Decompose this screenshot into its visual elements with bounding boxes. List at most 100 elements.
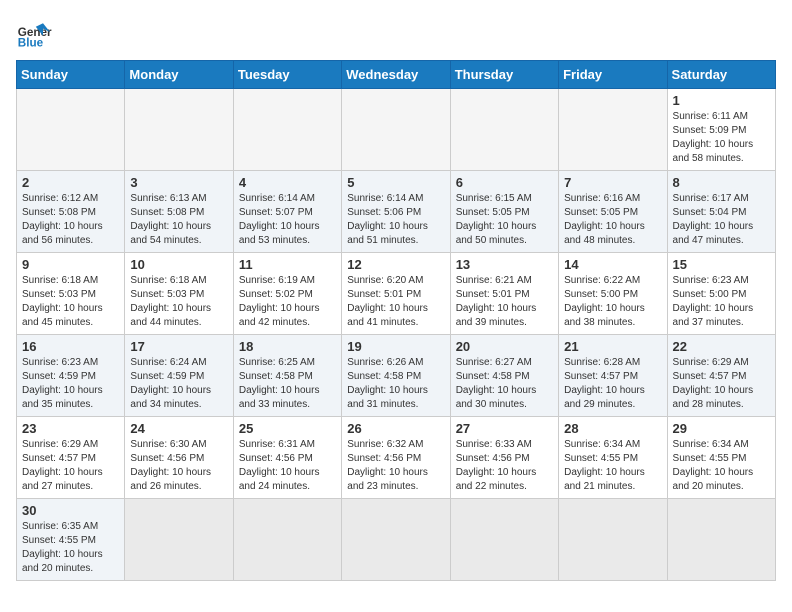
calendar-cell: 20 Sunrise: 6:27 AM Sunset: 4:58 PM Dayli…	[450, 335, 558, 417]
day-number: 20	[456, 339, 553, 354]
day-number: 24	[130, 421, 227, 436]
day-number: 11	[239, 257, 336, 272]
day-info: Sunrise: 6:12 AM Sunset: 5:08 PM Dayligh…	[22, 192, 119, 248]
day-number: 13	[456, 257, 553, 272]
calendar-week-row: 23 Sunrise: 6:29 AM Sunset: 4:57 PM Dayli…	[17, 417, 776, 499]
day-number: 22	[673, 339, 770, 354]
calendar-cell: 25 Sunrise: 6:31 AM Sunset: 4:56 PM Dayli…	[233, 417, 341, 499]
calendar-cell: 18Sunrise: 6:25 AM Sunset: 4:58 PM Dayli…	[233, 335, 341, 417]
day-number: 6	[456, 175, 553, 190]
calendar-week-row: 16 Sunrise: 6:23 AM Sunset: 4:59 PM Dayli…	[17, 335, 776, 417]
calendar-cell: 7Sunrise: 6:16 AM Sunset: 5:05 PM Daylig…	[559, 171, 667, 253]
calendar-cell: 8 Sunrise: 6:17 AM Sunset: 5:04 PM Daylig…	[667, 171, 775, 253]
calendar-cell	[559, 499, 667, 581]
calendar-cell: 10 Sunrise: 6:18 AM Sunset: 5:03 PM Dayli…	[125, 253, 233, 335]
calendar-week-row: 30Sunrise: 6:35 AM Sunset: 4:55 PM Dayli…	[17, 499, 776, 581]
col-header-wednesday: Wednesday	[342, 61, 450, 89]
calendar-cell: 9Sunrise: 6:18 AM Sunset: 5:03 PM Daylig…	[17, 253, 125, 335]
day-info: Sunrise: 6:25 AM Sunset: 4:58 PM Dayligh…	[239, 356, 336, 412]
calendar-cell	[450, 499, 558, 581]
day-number: 17	[130, 339, 227, 354]
day-info: Sunrise: 6:34 AM Sunset: 4:55 PM Dayligh…	[673, 438, 770, 494]
page-header: General Blue	[16, 16, 776, 52]
day-number: 5	[347, 175, 444, 190]
calendar-table: SundayMondayTuesdayWednesdayThursdayFrid…	[16, 60, 776, 581]
day-number: 15	[673, 257, 770, 272]
logo-icon: General Blue	[16, 16, 52, 52]
col-header-saturday: Saturday	[667, 61, 775, 89]
col-header-thursday: Thursday	[450, 61, 558, 89]
calendar-cell	[342, 89, 450, 171]
day-number: 4	[239, 175, 336, 190]
day-info: Sunrise: 6:32 AM Sunset: 4:56 PM Dayligh…	[347, 438, 444, 494]
calendar-cell: 6Sunrise: 6:15 AM Sunset: 5:05 PM Daylig…	[450, 171, 558, 253]
day-number: 29	[673, 421, 770, 436]
day-info: Sunrise: 6:14 AM Sunset: 5:06 PM Dayligh…	[347, 192, 444, 248]
day-info: Sunrise: 6:17 AM Sunset: 5:04 PM Dayligh…	[673, 192, 770, 248]
day-info: Sunrise: 6:16 AM Sunset: 5:05 PM Dayligh…	[564, 192, 661, 248]
day-number: 10	[130, 257, 227, 272]
col-header-monday: Monday	[125, 61, 233, 89]
day-number: 2	[22, 175, 119, 190]
calendar-cell	[125, 499, 233, 581]
calendar-week-row: 2 Sunrise: 6:12 AM Sunset: 5:08 PM Daylig…	[17, 171, 776, 253]
day-info: Sunrise: 6:35 AM Sunset: 4:55 PM Dayligh…	[22, 520, 119, 576]
calendar-cell: 27Sunrise: 6:33 AM Sunset: 4:56 PM Dayli…	[450, 417, 558, 499]
svg-text:Blue: Blue	[18, 37, 44, 50]
day-info: Sunrise: 6:19 AM Sunset: 5:02 PM Dayligh…	[239, 274, 336, 330]
day-info: Sunrise: 6:22 AM Sunset: 5:00 PM Dayligh…	[564, 274, 661, 330]
calendar-cell	[233, 89, 341, 171]
day-info: Sunrise: 6:29 AM Sunset: 4:57 PM Dayligh…	[22, 438, 119, 494]
calendar-header-row: SundayMondayTuesdayWednesdayThursdayFrid…	[17, 61, 776, 89]
day-number: 28	[564, 421, 661, 436]
calendar-cell: 16 Sunrise: 6:23 AM Sunset: 4:59 PM Dayli…	[17, 335, 125, 417]
day-info: Sunrise: 6:28 AM Sunset: 4:57 PM Dayligh…	[564, 356, 661, 412]
day-info: Sunrise: 6:11 AM Sunset: 5:09 PM Dayligh…	[673, 110, 770, 166]
calendar-cell: 28 Sunrise: 6:34 AM Sunset: 4:55 PM Dayli…	[559, 417, 667, 499]
day-number: 27	[456, 421, 553, 436]
calendar-week-row: 1 Sunrise: 6:11 AM Sunset: 5:09 PM Daylig…	[17, 89, 776, 171]
calendar-cell: 2 Sunrise: 6:12 AM Sunset: 5:08 PM Daylig…	[17, 171, 125, 253]
calendar-cell	[233, 499, 341, 581]
calendar-cell: 3Sunrise: 6:13 AM Sunset: 5:08 PM Daylig…	[125, 171, 233, 253]
calendar-cell: 12 Sunrise: 6:20 AM Sunset: 5:01 PM Dayli…	[342, 253, 450, 335]
day-number: 3	[130, 175, 227, 190]
calendar-week-row: 9 Sunrise: 6:18 AM Sunset: 5:03 PM Daylig…	[17, 253, 776, 335]
day-number: 9	[22, 257, 119, 272]
calendar-cell: 24 Sunrise: 6:30 AM Sunset: 4:56 PM Dayli…	[125, 417, 233, 499]
day-info: Sunrise: 6:23 AM Sunset: 4:59 PM Dayligh…	[22, 356, 119, 412]
calendar-cell: 15 Sunrise: 6:23 AM Sunset: 5:00 PM Dayli…	[667, 253, 775, 335]
day-info: Sunrise: 6:27 AM Sunset: 4:58 PM Dayligh…	[456, 356, 553, 412]
calendar-cell	[450, 89, 558, 171]
day-info: Sunrise: 6:20 AM Sunset: 5:01 PM Dayligh…	[347, 274, 444, 330]
day-info: Sunrise: 6:14 AM Sunset: 5:07 PM Dayligh…	[239, 192, 336, 248]
calendar-cell: 13 Sunrise: 6:21 AM Sunset: 5:01 PM Dayli…	[450, 253, 558, 335]
calendar-cell	[342, 499, 450, 581]
calendar-cell: 17 Sunrise: 6:24 AM Sunset: 4:59 PM Dayli…	[125, 335, 233, 417]
day-number: 8	[673, 175, 770, 190]
day-number: 12	[347, 257, 444, 272]
day-info: Sunrise: 6:18 AM Sunset: 5:03 PM Dayligh…	[130, 274, 227, 330]
day-number: 1	[673, 93, 770, 108]
calendar-cell: 26Sunrise: 6:32 AM Sunset: 4:56 PM Dayli…	[342, 417, 450, 499]
day-number: 16	[22, 339, 119, 354]
calendar-cell	[667, 499, 775, 581]
day-number: 14	[564, 257, 661, 272]
calendar-cell: 1 Sunrise: 6:11 AM Sunset: 5:09 PM Daylig…	[667, 89, 775, 171]
day-info: Sunrise: 6:24 AM Sunset: 4:59 PM Dayligh…	[130, 356, 227, 412]
calendar-cell: 11 Sunrise: 6:19 AM Sunset: 5:02 PM Dayli…	[233, 253, 341, 335]
day-number: 25	[239, 421, 336, 436]
day-info: Sunrise: 6:23 AM Sunset: 5:00 PM Dayligh…	[673, 274, 770, 330]
day-info: Sunrise: 6:26 AM Sunset: 4:58 PM Dayligh…	[347, 356, 444, 412]
day-info: Sunrise: 6:34 AM Sunset: 4:55 PM Dayligh…	[564, 438, 661, 494]
day-number: 23	[22, 421, 119, 436]
day-number: 21	[564, 339, 661, 354]
day-number: 19	[347, 339, 444, 354]
day-info: Sunrise: 6:31 AM Sunset: 4:56 PM Dayligh…	[239, 438, 336, 494]
day-info: Sunrise: 6:30 AM Sunset: 4:56 PM Dayligh…	[130, 438, 227, 494]
calendar-cell: 19 Sunrise: 6:26 AM Sunset: 4:58 PM Dayli…	[342, 335, 450, 417]
day-info: Sunrise: 6:21 AM Sunset: 5:01 PM Dayligh…	[456, 274, 553, 330]
col-header-tuesday: Tuesday	[233, 61, 341, 89]
calendar-cell: 14 Sunrise: 6:22 AM Sunset: 5:00 PM Dayli…	[559, 253, 667, 335]
calendar-cell	[125, 89, 233, 171]
